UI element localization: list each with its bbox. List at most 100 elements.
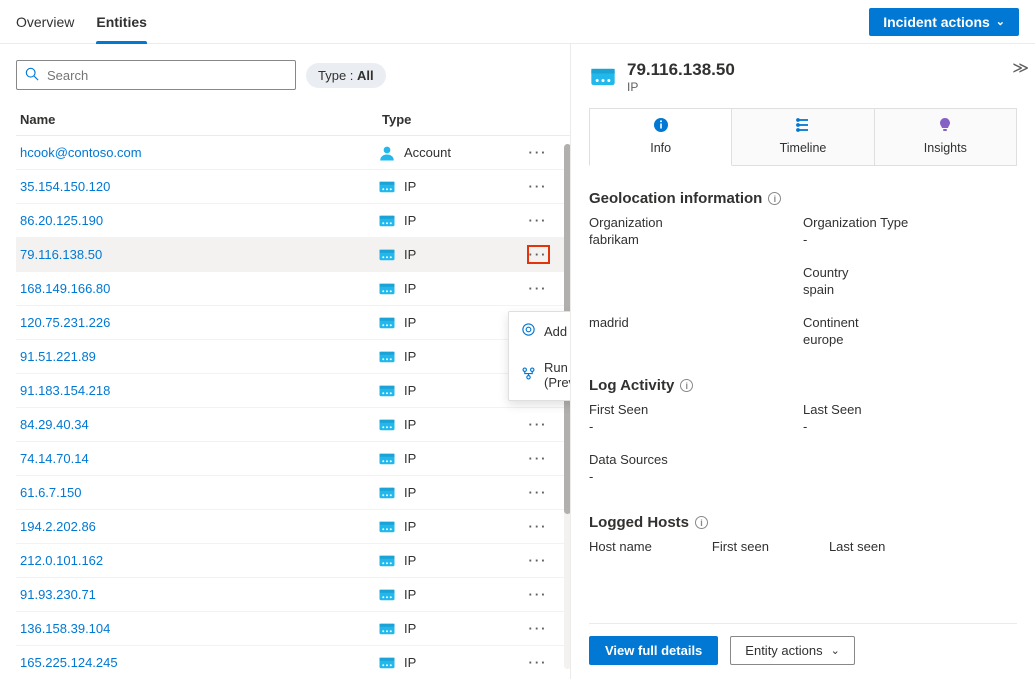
info-icon bbox=[653, 117, 669, 137]
entity-type-label: IP bbox=[404, 417, 416, 432]
row-actions-button[interactable]: ··· bbox=[529, 621, 548, 636]
geo-org-label: Organization bbox=[589, 215, 803, 230]
column-header-name[interactable]: Name bbox=[20, 112, 382, 127]
entity-name-link[interactable]: hcook@contoso.com bbox=[16, 145, 378, 160]
entity-name-link[interactable]: 35.154.150.120 bbox=[16, 179, 378, 194]
log-first-seen-value: - bbox=[589, 419, 803, 434]
row-actions-button[interactable]: ··· bbox=[529, 655, 548, 670]
ip-icon bbox=[378, 552, 396, 570]
entity-name-link[interactable]: 212.0.101.162 bbox=[16, 553, 378, 568]
entity-name-link[interactable]: 120.75.231.226 bbox=[16, 315, 378, 330]
tab-overview[interactable]: Overview bbox=[16, 0, 74, 43]
detail-tab-insights[interactable]: Insights bbox=[875, 108, 1017, 165]
section-title-geolocation: Geolocation informationi bbox=[589, 190, 1017, 207]
entity-type-label: IP bbox=[404, 179, 416, 194]
table-row[interactable]: 194.2.202.86IP··· bbox=[16, 510, 570, 544]
table-row[interactable]: 120.75.231.226IP··· bbox=[16, 306, 570, 340]
detail-tab-info[interactable]: Info bbox=[589, 108, 732, 166]
entity-name-link[interactable]: 194.2.202.86 bbox=[16, 519, 378, 534]
entity-actions-button[interactable]: Entity actions ⌄ bbox=[730, 636, 855, 665]
column-header-type[interactable]: Type bbox=[382, 112, 522, 127]
detail-tab-timeline[interactable]: Timeline bbox=[732, 108, 874, 165]
menu-item-label: Add to TI (Preview) bbox=[544, 324, 570, 339]
table-row[interactable]: 79.116.138.50IP··· bbox=[16, 238, 570, 272]
detail-tab-label: Timeline bbox=[780, 141, 827, 155]
table-row[interactable]: 74.14.70.14 IP ··· bbox=[16, 442, 570, 476]
table-row[interactable]: 168.149.166.80 IP ··· bbox=[16, 272, 570, 306]
row-actions-button[interactable]: ··· bbox=[529, 485, 548, 500]
table-row[interactable]: hcook@contoso.com Account ··· bbox=[16, 136, 570, 170]
info-tooltip-icon[interactable]: i bbox=[680, 379, 693, 392]
table-row[interactable]: 212.0.101.162 IP ··· bbox=[16, 544, 570, 578]
row-actions-button[interactable]: ··· bbox=[529, 213, 548, 228]
entity-type-label: Account bbox=[404, 145, 451, 160]
table-row[interactable]: 91.51.221.89IP··· bbox=[16, 340, 570, 374]
entity-type-label: IP bbox=[404, 587, 416, 602]
account-icon bbox=[378, 144, 396, 162]
type-filter-pill[interactable]: Type : All bbox=[306, 63, 386, 88]
playbook-icon bbox=[521, 366, 536, 384]
row-actions-button[interactable]: ··· bbox=[529, 451, 548, 466]
entity-name-link[interactable]: 91.183.154.218 bbox=[16, 383, 378, 398]
tab-entities[interactable]: Entities bbox=[96, 0, 147, 43]
table-row[interactable]: 91.183.154.218IP··· bbox=[16, 374, 570, 408]
ip-icon bbox=[378, 518, 396, 536]
row-actions-button[interactable]: ··· bbox=[529, 281, 548, 296]
ip-icon bbox=[378, 620, 396, 638]
incident-actions-label: Incident actions bbox=[883, 14, 990, 30]
entity-title: 79.116.138.50 bbox=[627, 60, 735, 80]
row-actions-button[interactable]: ··· bbox=[529, 417, 548, 432]
table-row[interactable]: 35.154.150.120 IP ··· bbox=[16, 170, 570, 204]
section-title-log-activity: Log Activityi bbox=[589, 377, 1017, 394]
entity-name-link[interactable]: 91.93.230.71 bbox=[16, 587, 378, 602]
entity-type-label: IP bbox=[404, 553, 416, 568]
log-last-seen-value: - bbox=[803, 419, 1017, 434]
row-actions-button[interactable]: ··· bbox=[529, 519, 548, 534]
entity-actions-label: Entity actions bbox=[745, 643, 822, 658]
geo-continent-value: europe bbox=[803, 332, 1017, 347]
row-actions-button[interactable]: ··· bbox=[529, 179, 548, 194]
entity-type-label: IP bbox=[404, 621, 416, 636]
row-actions-button[interactable]: ··· bbox=[529, 145, 548, 160]
ip-icon bbox=[378, 314, 396, 332]
search-input-container[interactable] bbox=[16, 60, 296, 90]
view-full-details-button[interactable]: View full details bbox=[589, 636, 718, 665]
table-row[interactable]: 84.29.40.34 IP ··· bbox=[16, 408, 570, 442]
hosts-col-last-seen: Last seen bbox=[829, 539, 885, 554]
search-icon bbox=[25, 67, 39, 84]
entity-name-link[interactable]: 61.6.7.150 bbox=[16, 485, 378, 500]
ip-icon bbox=[378, 484, 396, 502]
entity-name-link[interactable]: 91.51.221.89 bbox=[16, 349, 378, 364]
entity-name-link[interactable]: 79.116.138.50 bbox=[16, 247, 378, 262]
table-row[interactable]: 61.6.7.150IP··· bbox=[16, 476, 570, 510]
ip-icon bbox=[378, 586, 396, 604]
entity-name-link[interactable]: 168.149.166.80 bbox=[16, 281, 378, 296]
entity-name-link[interactable]: 136.158.39.104 bbox=[16, 621, 378, 636]
menu-item-add-to-ti[interactable]: Add to TI (Preview) bbox=[509, 312, 570, 350]
geo-country-label: Country bbox=[803, 265, 1017, 280]
ip-icon bbox=[589, 63, 617, 91]
entity-name-link[interactable]: 84.29.40.34 bbox=[16, 417, 378, 432]
row-actions-button[interactable]: ··· bbox=[529, 553, 548, 568]
row-context-menu: Add to TI (Preview) Run playbook (Previe… bbox=[508, 311, 570, 401]
entity-name-link[interactable]: 165.225.124.245 bbox=[16, 655, 378, 670]
incident-actions-button[interactable]: Incident actions ⌄ bbox=[869, 8, 1019, 36]
entity-type-label: IP bbox=[404, 281, 416, 296]
table-row[interactable]: 165.225.124.245IP··· bbox=[16, 646, 570, 679]
entity-type-label: IP bbox=[404, 451, 416, 466]
table-row[interactable]: 136.158.39.104 IP ··· bbox=[16, 612, 570, 646]
info-tooltip-icon[interactable]: i bbox=[695, 516, 708, 529]
detail-tab-label: Info bbox=[650, 141, 671, 155]
row-actions-button[interactable]: ··· bbox=[527, 245, 550, 264]
menu-item-run-playbook[interactable]: Run playbook (Preview) bbox=[509, 350, 570, 400]
row-actions-button[interactable]: ··· bbox=[529, 587, 548, 602]
entity-type-label: IP bbox=[404, 383, 416, 398]
table-row[interactable]: 86.20.125.190IP··· bbox=[16, 204, 570, 238]
search-input[interactable] bbox=[45, 67, 287, 84]
table-row[interactable]: 91.93.230.71 IP ··· bbox=[16, 578, 570, 612]
entity-name-link[interactable]: 86.20.125.190 bbox=[16, 213, 378, 228]
menu-item-label: Run playbook (Preview) bbox=[544, 360, 570, 390]
log-data-sources-value: - bbox=[589, 469, 803, 484]
entity-name-link[interactable]: 74.14.70.14 bbox=[16, 451, 378, 466]
info-tooltip-icon[interactable]: i bbox=[768, 192, 781, 205]
